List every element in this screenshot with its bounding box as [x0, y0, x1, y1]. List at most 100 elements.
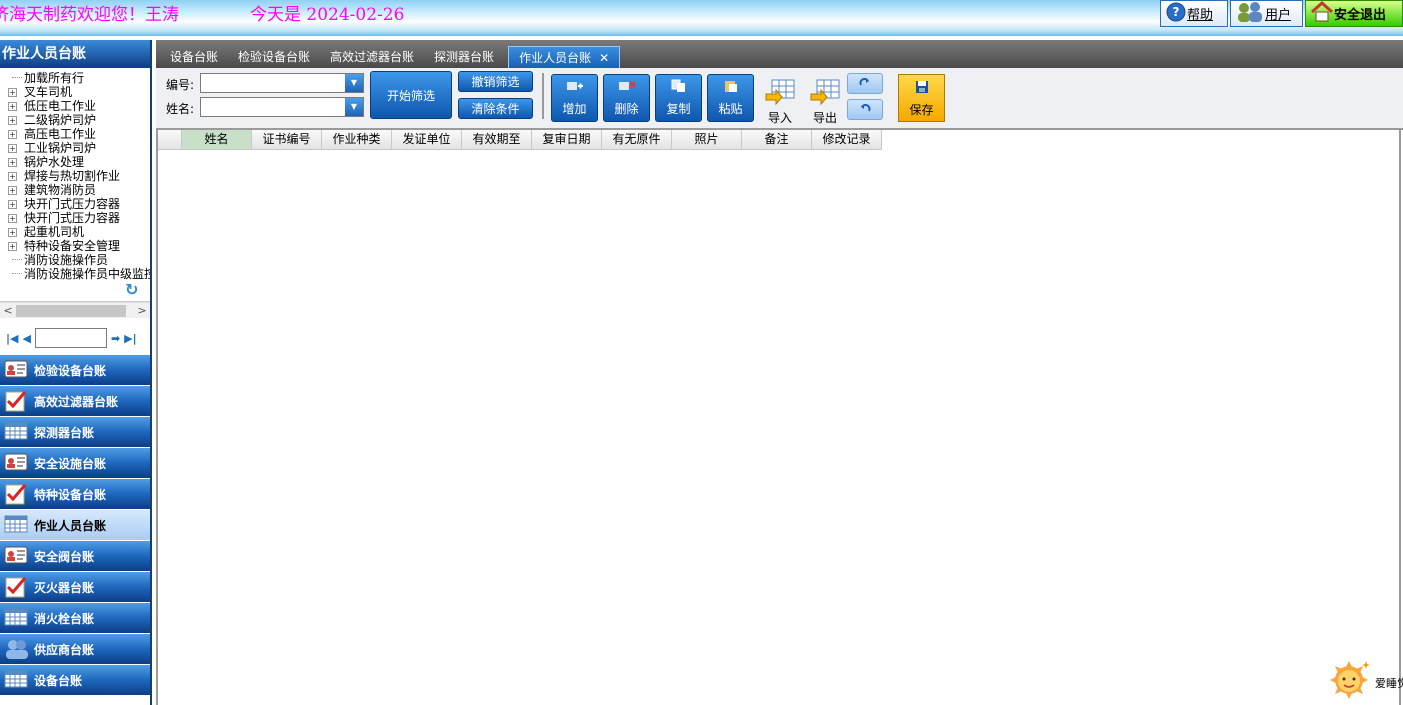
tree-node[interactable]: + 焊接与热切割作业: [0, 169, 150, 183]
nav-item[interactable]: 安全阀台账: [0, 541, 150, 572]
add-button[interactable]: 增加: [551, 74, 598, 122]
tree-node[interactable]: 消防设施操作员: [0, 253, 150, 267]
calendar-grid-icon: [4, 607, 28, 629]
code-select[interactable]: ▼: [200, 73, 364, 93]
expand-plus-icon[interactable]: +: [8, 88, 17, 97]
prev-page-icon[interactable]: ◀: [22, 332, 30, 345]
column-header[interactable]: 有无原件: [602, 130, 672, 149]
next-page-icon[interactable]: ➡: [111, 332, 120, 345]
cancel-filter-button[interactable]: 撤销筛选: [458, 71, 533, 92]
start-filter-button[interactable]: 开始筛选: [370, 71, 452, 119]
help-button[interactable]: ? 帮助: [1160, 0, 1228, 27]
tab[interactable]: 高效过滤器台账: [320, 46, 424, 68]
expand-plus-icon[interactable]: +: [8, 158, 17, 167]
nav-item[interactable]: 消火栓台账: [0, 603, 150, 634]
nav-item[interactable]: 检验设备台账: [0, 355, 150, 386]
column-header[interactable]: 修改记录: [812, 130, 882, 149]
tab[interactable]: 设备台账: [160, 46, 228, 68]
nav-item[interactable]: 灭火器台账: [0, 572, 150, 603]
column-header[interactable]: 复审日期: [532, 130, 602, 149]
export-button[interactable]: 导出: [809, 78, 841, 126]
tree-node-label: 加载所有行: [24, 71, 85, 85]
tree-node[interactable]: + 锅炉水处理: [0, 155, 150, 169]
tree-horizontal-scrollbar[interactable]: < >: [0, 302, 150, 318]
scroll-right-arrow-icon[interactable]: >: [134, 304, 150, 317]
nav-item-label: 作业人员台账: [34, 518, 107, 533]
nav-item[interactable]: 高效过滤器台账: [0, 386, 150, 417]
last-page-icon[interactable]: ▶|: [124, 332, 136, 345]
delete-button[interactable]: 删除: [603, 74, 650, 122]
expand-plus-icon[interactable]: +: [8, 228, 17, 237]
tree-node[interactable]: + 低压电工作业: [0, 99, 150, 113]
expand-plus-icon[interactable]: +: [8, 116, 17, 125]
nav-item[interactable]: 作业人员台账: [0, 510, 150, 541]
column-header[interactable]: 有效期至: [462, 130, 532, 149]
tab[interactable]: 探测器台账: [424, 46, 504, 68]
redo-button[interactable]: [847, 73, 883, 94]
clear-conditions-button[interactable]: 清除条件: [458, 98, 533, 119]
calendar-grid-icon: [4, 669, 28, 691]
tab[interactable]: 作业人员台账 ✕: [508, 46, 621, 68]
nav-item[interactable]: 安全设施台账: [0, 448, 150, 479]
tree-node-label: 起重机司机: [24, 225, 85, 239]
expand-plus-icon[interactable]: +: [8, 130, 17, 139]
nav-item[interactable]: 探测器台账: [0, 417, 150, 448]
tree-node[interactable]: + 快开门式压力容器: [0, 211, 150, 225]
expand-plus-icon[interactable]: +: [8, 172, 17, 181]
nav-item[interactable]: 设备台账: [0, 665, 150, 696]
first-page-icon[interactable]: |◀: [6, 332, 18, 345]
expand-plus-icon[interactable]: +: [8, 242, 17, 251]
tree-node[interactable]: + 起重机司机: [0, 225, 150, 239]
tree-node[interactable]: 加载所有行: [0, 71, 150, 85]
chevron-down-icon[interactable]: ▼: [345, 74, 363, 92]
tree-node[interactable]: + 高压电工作业: [0, 127, 150, 141]
tree-node[interactable]: + 特种设备安全管理: [0, 239, 150, 253]
data-grid[interactable]: 姓名 证书编号 作业种类 发证单位 有效期至 复审日期 有无原件 照片 备注 修改记录: [156, 130, 1401, 705]
tree-node[interactable]: + 二级锅炉司炉: [0, 113, 150, 127]
save-button[interactable]: 保存: [898, 74, 945, 122]
import-button[interactable]: 导入: [764, 78, 796, 126]
tree-node-label: 消防设施操作员: [24, 253, 109, 267]
tree-node[interactable]: 消防设施操作员中级监控: [0, 267, 150, 281]
scroll-left-arrow-icon[interactable]: <: [0, 304, 16, 317]
expand-plus-icon[interactable]: +: [8, 214, 17, 223]
tab[interactable]: 检验设备台账: [228, 46, 320, 68]
scroll-thumb[interactable]: [16, 304, 126, 317]
tree-node-label: 特种设备安全管理: [24, 239, 121, 253]
chevron-down-icon[interactable]: ▼: [345, 98, 363, 116]
expand-plus-icon[interactable]: +: [8, 186, 17, 195]
column-header[interactable]: 备注: [742, 130, 812, 149]
name-select[interactable]: ▼: [200, 97, 364, 117]
tree-node[interactable]: + 叉车司机: [0, 85, 150, 99]
add-icon: [566, 79, 584, 96]
redo-icon: [858, 76, 872, 91]
column-header[interactable]: 发证单位: [392, 130, 462, 149]
paste-button[interactable]: 粘贴: [707, 74, 754, 122]
page-input[interactable]: [34, 328, 107, 348]
close-tab-icon[interactable]: ✕: [599, 51, 609, 65]
logout-label: 安全退出: [1334, 8, 1387, 23]
category-tree[interactable]: 加载所有行 + 叉车司机 + 低压电工作业 + 二级锅炉司炉 + 高压电工作业 + 工业锅炉司炉 + 锅…: [0, 68, 150, 302]
column-header[interactable]: 照片: [672, 130, 742, 149]
user-button[interactable]: 用户: [1230, 0, 1303, 27]
column-header[interactable]: 姓名: [182, 130, 252, 149]
tree-node[interactable]: + 工业锅炉司炉: [0, 141, 150, 155]
tree-node[interactable]: + 建筑物消防员: [0, 183, 150, 197]
calendar-grid-icon: [4, 421, 28, 443]
nav-item[interactable]: 供应商台账: [0, 634, 150, 665]
expand-plus-icon[interactable]: +: [8, 102, 17, 111]
copy-button[interactable]: 复制: [655, 74, 702, 122]
sun-mascot-icon: [1328, 659, 1370, 704]
refresh-icon[interactable]: ↻: [125, 280, 138, 299]
logout-button[interactable]: 安全退出: [1305, 0, 1403, 27]
expand-plus-icon[interactable]: +: [8, 200, 17, 209]
nav-item[interactable]: 特种设备台账: [0, 479, 150, 510]
undo-button[interactable]: [847, 99, 883, 120]
mascot-widget[interactable]: 爱睡觉: [1328, 657, 1403, 705]
expand-plus-icon[interactable]: +: [8, 144, 17, 153]
date-text: 今天是 2024-02-26: [250, 5, 405, 25]
left-panel: 作业人员台账 加载所有行 + 叉车司机 + 低压电工作业 + 二级锅炉司炉 + 高压电工作业 + 工…: [0, 40, 152, 705]
column-header[interactable]: 证书编号: [252, 130, 322, 149]
column-header[interactable]: 作业种类: [322, 130, 392, 149]
tree-node[interactable]: + 块开门式压力容器: [0, 197, 150, 211]
